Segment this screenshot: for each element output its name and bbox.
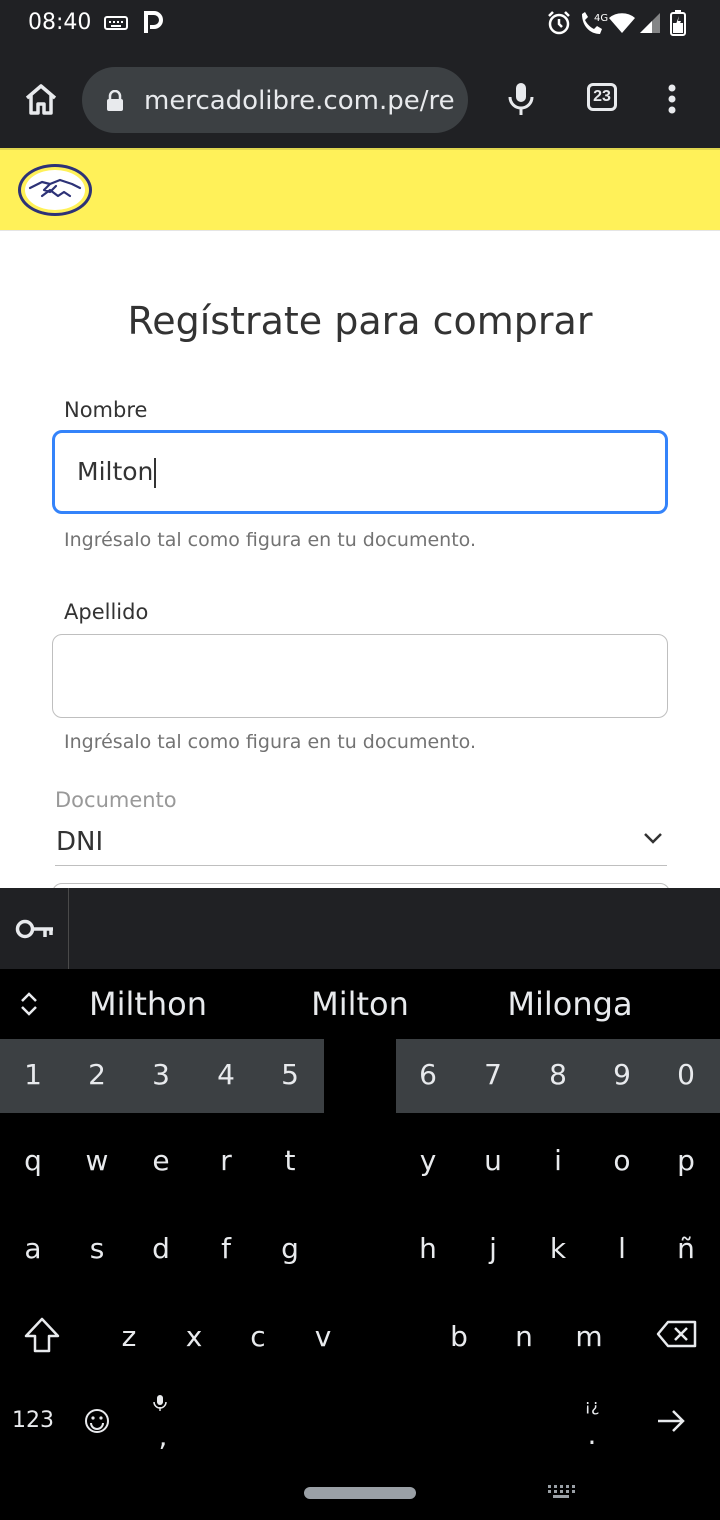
key-h[interactable]: h	[403, 1232, 453, 1265]
site-header	[0, 148, 720, 231]
key-ene[interactable]: ñ	[661, 1232, 711, 1265]
key-q[interactable]: q	[8, 1144, 58, 1177]
documento-value: DNI	[56, 827, 104, 857]
key-v[interactable]: v	[298, 1320, 348, 1353]
status-bar: 08:40 4G	[0, 0, 720, 46]
key-r[interactable]: r	[201, 1144, 251, 1177]
key-i[interactable]: i	[533, 1144, 583, 1177]
apellido-help-text: Ingrésalo tal como figura en tu document…	[64, 731, 476, 753]
alarm-icon	[546, 10, 572, 36]
wifi-icon	[608, 10, 636, 36]
key-x[interactable]: x	[169, 1320, 219, 1353]
address-bar[interactable]: mercadolibre.com.pe/regi	[82, 67, 468, 133]
key-5[interactable]: 5	[265, 1058, 315, 1091]
apellido-label: Apellido	[64, 600, 149, 624]
backspace-icon[interactable]	[656, 1320, 698, 1353]
wifi-calling-icon: 4G	[578, 10, 608, 36]
url-text: mercadolibre.com.pe/regi	[144, 86, 456, 116]
mercadolibre-logo[interactable]	[16, 162, 94, 223]
key-m[interactable]: m	[564, 1320, 614, 1353]
suggestion-strip: Milthon Milton Milonga	[0, 969, 720, 1039]
arrow-right-icon[interactable]	[656, 1408, 686, 1439]
toolbar-divider	[68, 888, 69, 969]
key-e[interactable]: e	[136, 1144, 186, 1177]
suggestion-1[interactable]: Milthon	[78, 985, 218, 1023]
password-key-icon[interactable]	[15, 917, 55, 946]
nombre-label: Nombre	[64, 398, 148, 422]
text-caret	[154, 458, 157, 488]
status-time: 08:40	[28, 10, 92, 35]
key-y[interactable]: y	[403, 1144, 453, 1177]
chevron-down-icon	[643, 831, 663, 850]
key-o[interactable]: o	[597, 1144, 647, 1177]
keyboard-toolbar	[0, 888, 720, 969]
key-w[interactable]: w	[72, 1144, 122, 1177]
key-9[interactable]: 9	[597, 1058, 647, 1091]
battery-icon	[670, 10, 686, 36]
key-s[interactable]: s	[72, 1232, 122, 1265]
nombre-help-text: Ingrésalo tal como figura en tu document…	[64, 529, 476, 551]
key-6[interactable]: 6	[403, 1058, 453, 1091]
key-c[interactable]: c	[233, 1320, 283, 1353]
alt-punctuation-label: ¡¿	[584, 1396, 600, 1415]
key-k[interactable]: k	[533, 1232, 583, 1265]
page-title: Regístrate para comprar	[127, 299, 593, 343]
microphone-icon[interactable]	[506, 82, 536, 121]
key-4[interactable]: 4	[201, 1058, 251, 1091]
key-g[interactable]: g	[265, 1232, 315, 1265]
apellido-input[interactable]	[52, 634, 668, 718]
shift-icon[interactable]	[22, 1316, 62, 1359]
home-icon[interactable]	[23, 82, 59, 121]
suggestion-2[interactable]: Milton	[290, 985, 430, 1023]
svg-text:4G: 4G	[594, 13, 608, 24]
parking-icon	[143, 10, 163, 36]
key-b[interactable]: b	[434, 1320, 484, 1353]
nombre-value-text: Milton	[77, 457, 154, 486]
key-t[interactable]: t	[265, 1144, 315, 1177]
signal-icon	[638, 10, 662, 36]
key-1[interactable]: 1	[8, 1058, 58, 1091]
overflow-menu-icon[interactable]	[664, 84, 680, 119]
voice-input-icon[interactable]	[152, 1394, 168, 1417]
key-u[interactable]: u	[468, 1144, 518, 1177]
key-8[interactable]: 8	[533, 1058, 583, 1091]
key-z[interactable]: z	[104, 1320, 154, 1353]
tab-switcher-button[interactable]: 23	[587, 83, 617, 111]
period-key[interactable]: .	[567, 1418, 617, 1451]
suggestion-3[interactable]: Milonga	[500, 985, 640, 1023]
symbols-key[interactable]: 123	[12, 1408, 54, 1433]
documento-select[interactable]: DNI	[55, 819, 667, 866]
key-a[interactable]: a	[8, 1232, 58, 1265]
key-3[interactable]: 3	[136, 1058, 186, 1091]
documento-label: Documento	[55, 788, 177, 812]
key-j[interactable]: j	[468, 1232, 518, 1265]
key-n[interactable]: n	[499, 1320, 549, 1353]
key-f[interactable]: f	[201, 1232, 251, 1265]
emoji-icon[interactable]	[84, 1408, 110, 1439]
key-l[interactable]: l	[597, 1232, 647, 1265]
key-7[interactable]: 7	[468, 1058, 518, 1091]
key-p[interactable]: p	[661, 1144, 711, 1177]
keyboard-hide-icon[interactable]	[547, 1484, 575, 1505]
keyboard-icon	[104, 10, 128, 36]
nombre-value: Milton	[77, 457, 157, 488]
expand-suggestions-icon[interactable]	[18, 991, 40, 1022]
spacebar[interactable]	[180, 1385, 550, 1457]
lock-icon	[106, 89, 124, 117]
browser-toolbar: mercadolibre.com.pe/regi 23	[0, 46, 720, 148]
registration-form: Regístrate para comprar Nombre Milton In…	[0, 231, 720, 888]
key-d[interactable]: d	[136, 1232, 186, 1265]
key-2[interactable]: 2	[72, 1058, 122, 1091]
key-0[interactable]: 0	[661, 1058, 711, 1091]
home-gesture-bar[interactable]	[304, 1487, 416, 1499]
nombre-input[interactable]: Milton	[52, 430, 668, 514]
